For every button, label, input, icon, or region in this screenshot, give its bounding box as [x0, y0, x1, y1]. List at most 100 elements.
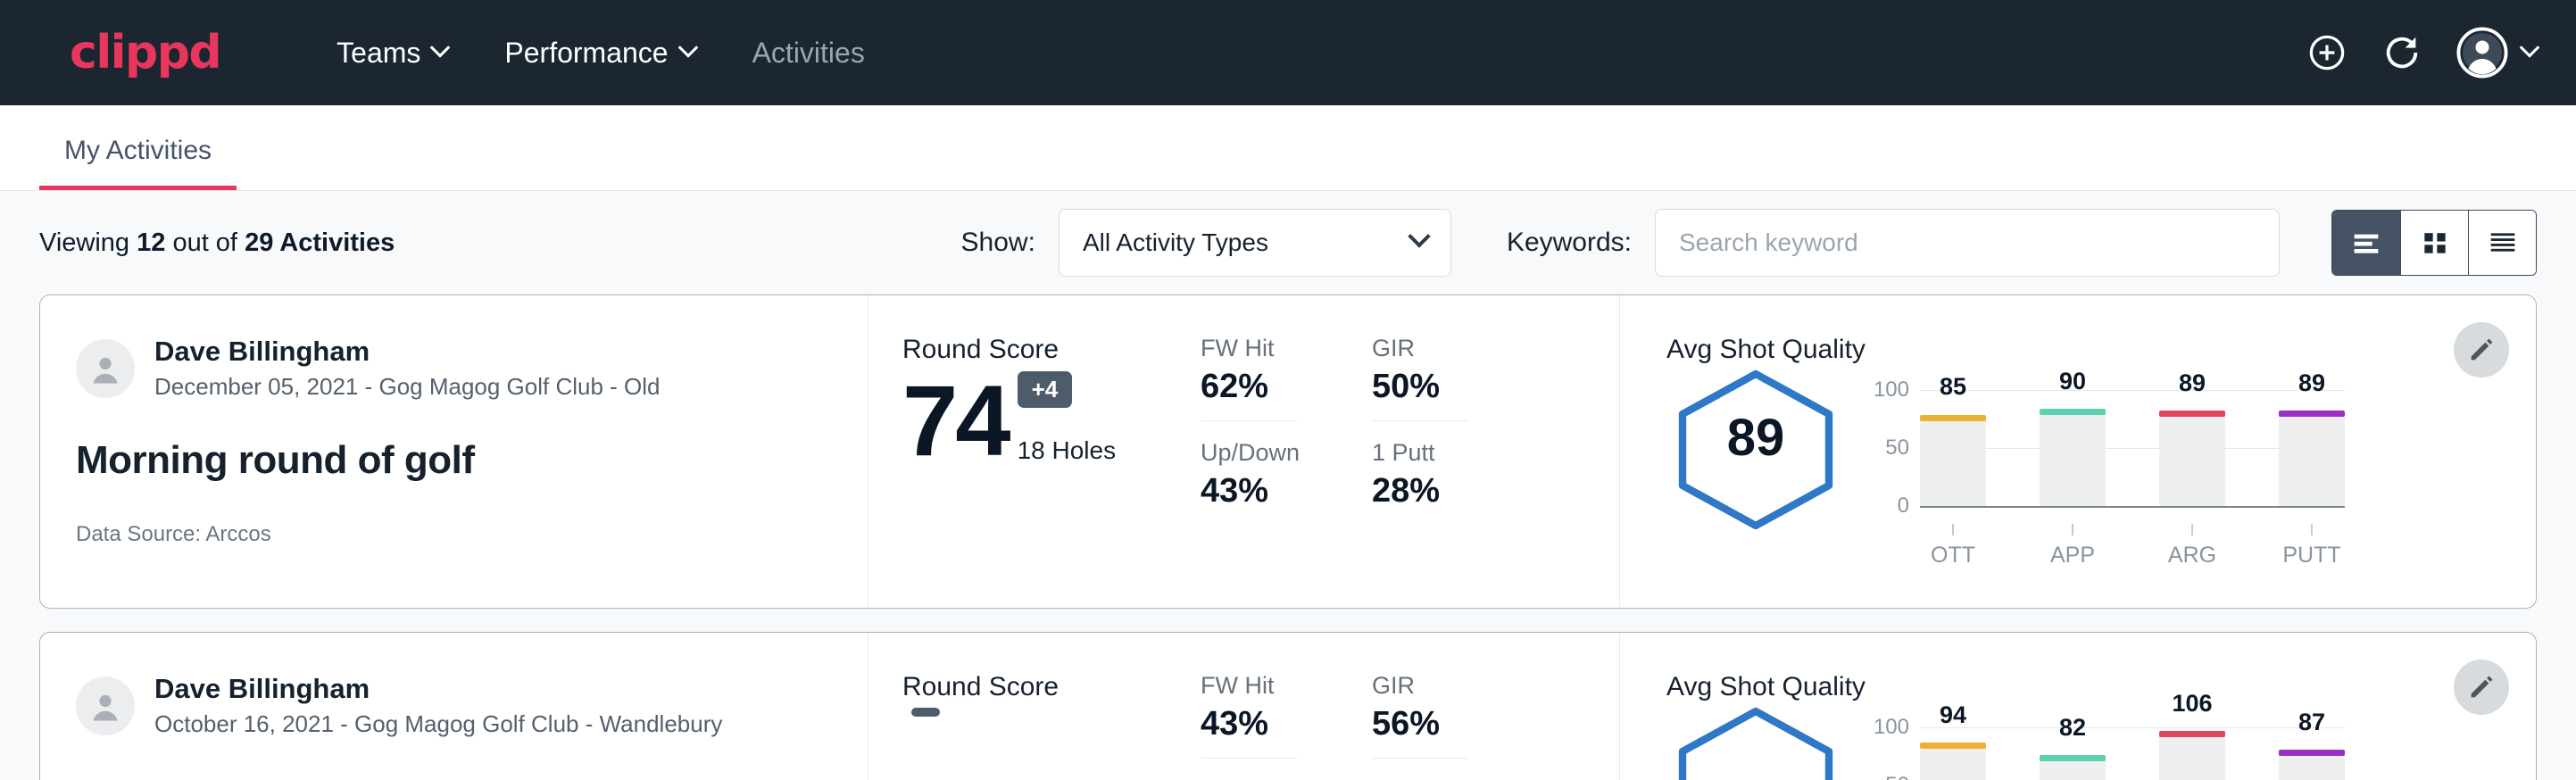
- detail-list-view-button[interactable]: [2468, 211, 2536, 275]
- plus-circle-icon[interactable]: [2306, 32, 2347, 73]
- bar-arg: 89: [2159, 390, 2225, 506]
- activity-card[interactable]: Dave Billingham October 16, 2021 - Gog M…: [39, 632, 2537, 780]
- viewing-prefix: Viewing: [39, 228, 129, 257]
- chart-bars: 94 82 106 8: [1920, 727, 2345, 780]
- stat-label: Up/Down: [1201, 439, 1297, 467]
- stat-value: 56%: [1372, 705, 1468, 743]
- x-tick-putt: PUTT: [2279, 524, 2345, 568]
- round-score-value-row: 74 +4 18 Holes: [902, 370, 1201, 472]
- activity-meta: October 16, 2021 - Gog Magog Golf Club -…: [154, 709, 722, 740]
- viewing-count-text: Viewing 12 out of 29 Activities: [39, 228, 395, 258]
- avatar: [76, 339, 135, 398]
- nav-item-teams[interactable]: Teams: [308, 37, 476, 70]
- keyword-filter: Keywords:: [1507, 209, 2280, 277]
- activity-type-value: All Activity Types: [1083, 228, 1268, 257]
- bar-app: 90: [2040, 390, 2106, 506]
- toolbar-controls: Show: All Activity Types Keywords:: [961, 209, 2537, 277]
- activity-info-column: Dave Billingham October 16, 2021 - Gog M…: [40, 633, 868, 780]
- player-name: Dave Billingham: [154, 335, 661, 369]
- top-navigation-bar: clippd Teams Performance Activities: [0, 0, 2576, 105]
- stat-value: 43%: [1201, 472, 1297, 510]
- pencil-icon: [2466, 672, 2497, 702]
- bar-value: 82: [2040, 714, 2106, 742]
- player-name: Dave Billingham: [154, 672, 722, 707]
- grid-view-button[interactable]: [2400, 211, 2468, 275]
- x-tick-label: PUTT: [2282, 543, 2340, 568]
- stat-gir: GIR 56%: [1372, 672, 1468, 759]
- x-tick-app: APP: [2040, 524, 2106, 568]
- tab-my-activities[interactable]: My Activities: [39, 136, 237, 190]
- bar-value: 90: [2040, 368, 2106, 395]
- bar-value: 94: [1920, 701, 1986, 729]
- bar-value: 89: [2279, 369, 2345, 397]
- chart-x-axis: OTT APP ARG PUTT: [1920, 524, 2345, 568]
- viewing-total: 29 Activities: [245, 228, 395, 257]
- round-score-value-row: [902, 708, 1201, 752]
- stat-one-putt: 1 Putt 28%: [1372, 421, 1468, 510]
- search-input[interactable]: [1655, 209, 2280, 277]
- chart-plot-area: 100 50 0 85 90: [1920, 390, 2345, 524]
- top-bar-actions: [2306, 27, 2537, 79]
- chevron-down-icon: [430, 37, 451, 58]
- holes-label: 18 Holes: [1018, 436, 1117, 465]
- round-score-value: 74: [902, 370, 1009, 472]
- nav-item-activities-label: Activities: [752, 37, 865, 70]
- x-tick-label: OTT: [1931, 543, 1975, 568]
- shot-quality-bar-chart: 100 50 0 94 82: [1845, 704, 2345, 780]
- stats-column: FW Hit 62% GIR 50% Up/Down 43% 1 Putt 28…: [1201, 295, 1620, 608]
- round-score-label: Round Score: [902, 672, 1201, 702]
- view-mode-toggle: [2331, 210, 2537, 276]
- grid-view-icon: [2417, 225, 2453, 261]
- avatar: [76, 676, 135, 735]
- chart-plot-area: 100 50 0 94 82: [1920, 727, 2345, 780]
- keywords-label: Keywords:: [1507, 228, 1632, 258]
- stats-column: FW Hit 43% GIR 56%: [1201, 633, 1620, 780]
- score-to-par-badge: [911, 708, 940, 717]
- bar-putt: 87: [2279, 727, 2345, 780]
- round-score-side: +4 18 Holes: [1018, 371, 1117, 472]
- round-score-column: Round Score 74 +4 18 Holes: [868, 295, 1201, 608]
- stat-label: FW Hit: [1201, 335, 1297, 362]
- activity-card[interactable]: Dave Billingham December 05, 2021 - Gog …: [39, 295, 2537, 609]
- show-label: Show:: [961, 228, 1035, 258]
- list-view-button[interactable]: [2332, 211, 2400, 275]
- bar-ott: 85: [1920, 390, 1986, 506]
- activity-type-select[interactable]: All Activity Types: [1059, 209, 1451, 277]
- tab-strip: My Activities: [0, 105, 2576, 191]
- refresh-icon[interactable]: [2381, 32, 2422, 73]
- round-score-label: Round Score: [902, 335, 1201, 365]
- stat-label: GIR: [1372, 672, 1468, 700]
- avg-shot-quality-column: Avg Shot Quality 89 100 50 0 8: [1620, 295, 2536, 608]
- round-score-column: Round Score: [868, 633, 1201, 780]
- person-icon: [86, 349, 125, 388]
- y-tick-50: 50: [1885, 773, 1909, 780]
- pencil-icon: [2466, 335, 2497, 365]
- edit-activity-button[interactable]: [2454, 322, 2509, 378]
- round-score-side: [911, 708, 940, 752]
- chart-bars: 85 90 89 89: [1920, 390, 2345, 506]
- avg-shot-quality-label: Avg Shot Quality: [1666, 335, 2536, 365]
- bar-value: 87: [2279, 709, 2345, 736]
- x-tick-label: APP: [2050, 543, 2095, 568]
- activity-info-column: Dave Billingham December 05, 2021 - Gog …: [40, 295, 868, 608]
- y-tick-50: 50: [1885, 436, 1909, 461]
- x-tick-arg: ARG: [2159, 524, 2225, 568]
- page-body: Viewing 12 out of 29 Activities Show: Al…: [0, 191, 2576, 780]
- edit-activity-button[interactable]: [2454, 660, 2509, 715]
- app-logo[interactable]: clippd: [70, 29, 220, 76]
- chevron-down-icon: [1408, 225, 1430, 247]
- nav-item-activities[interactable]: Activities: [724, 37, 893, 70]
- stat-fw-hit: FW Hit 43%: [1201, 672, 1297, 759]
- stat-gir: GIR 50%: [1372, 335, 1468, 421]
- y-tick-0: 0: [1898, 494, 1909, 519]
- viewing-count: 12: [137, 228, 165, 257]
- avg-shot-quality-hexagon: [1666, 704, 1845, 780]
- shot-quality-bar-chart: 100 50 0 85 90: [1845, 367, 2345, 554]
- account-menu[interactable]: [2456, 27, 2537, 79]
- lines-view-icon: [2485, 225, 2521, 261]
- score-to-par-badge: +4: [1018, 371, 1073, 408]
- hexagon-icon: [1666, 704, 1845, 780]
- bar-putt: 89: [2279, 390, 2345, 506]
- stat-value: 50%: [1372, 368, 1468, 406]
- nav-item-performance[interactable]: Performance: [476, 37, 723, 70]
